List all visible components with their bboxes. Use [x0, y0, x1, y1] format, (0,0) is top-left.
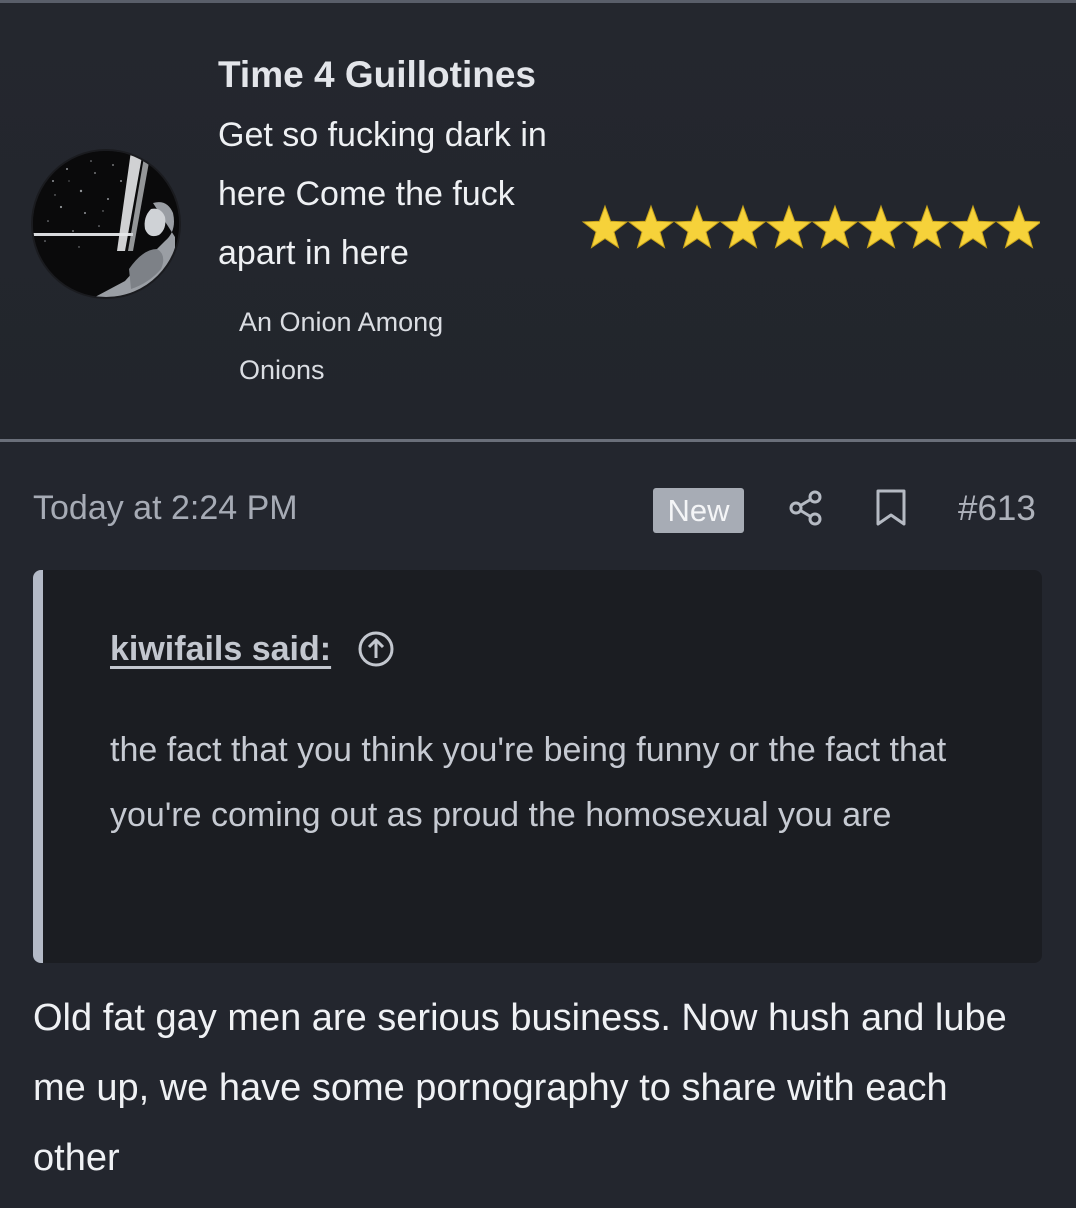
- quote-text: the fact that you think you're being fun…: [110, 731, 947, 834]
- star-icon: [627, 204, 675, 249]
- user-avatar-image: [33, 151, 179, 297]
- username[interactable]: Time 4 Guillotines: [218, 52, 536, 98]
- user-card: Time 4 Guillotines Get so fucking dark i…: [0, 3, 1076, 440]
- post-date[interactable]: Today at 2:24 PM: [33, 486, 298, 530]
- star-icon: [811, 204, 859, 249]
- user-banner: An Onion Among Onions: [239, 307, 444, 385]
- share-icon[interactable]: [787, 489, 825, 527]
- star-icon: [673, 204, 721, 249]
- star-icon: [903, 204, 951, 249]
- post-meta-bar: Today at 2:24 PM New #613: [0, 442, 1076, 570]
- quote-author-link[interactable]: kiwifails said:: [110, 627, 331, 671]
- quote-block: kiwifails said: the fact that you think …: [33, 570, 1042, 963]
- bookmark-icon[interactable]: [873, 489, 909, 527]
- rating-stars: [580, 203, 1043, 255]
- post-number-link[interactable]: #613: [958, 487, 1036, 531]
- arrow-up-circle-icon[interactable]: [357, 630, 395, 668]
- star-icon: [857, 204, 905, 249]
- star-icon: [581, 204, 629, 249]
- star-icon: [995, 204, 1043, 249]
- quote-accent-bar: [33, 570, 43, 963]
- post-body: Old fat gay men are serious business. No…: [33, 997, 1007, 1179]
- user-custom-title: Get so fucking dark in here Come the fuc…: [218, 116, 547, 272]
- star-icon: [765, 204, 813, 249]
- star-row: [581, 204, 1043, 249]
- avatar[interactable]: [33, 151, 179, 297]
- new-badge: New: [653, 488, 744, 533]
- star-icon: [949, 204, 997, 249]
- star-icon: [719, 204, 767, 249]
